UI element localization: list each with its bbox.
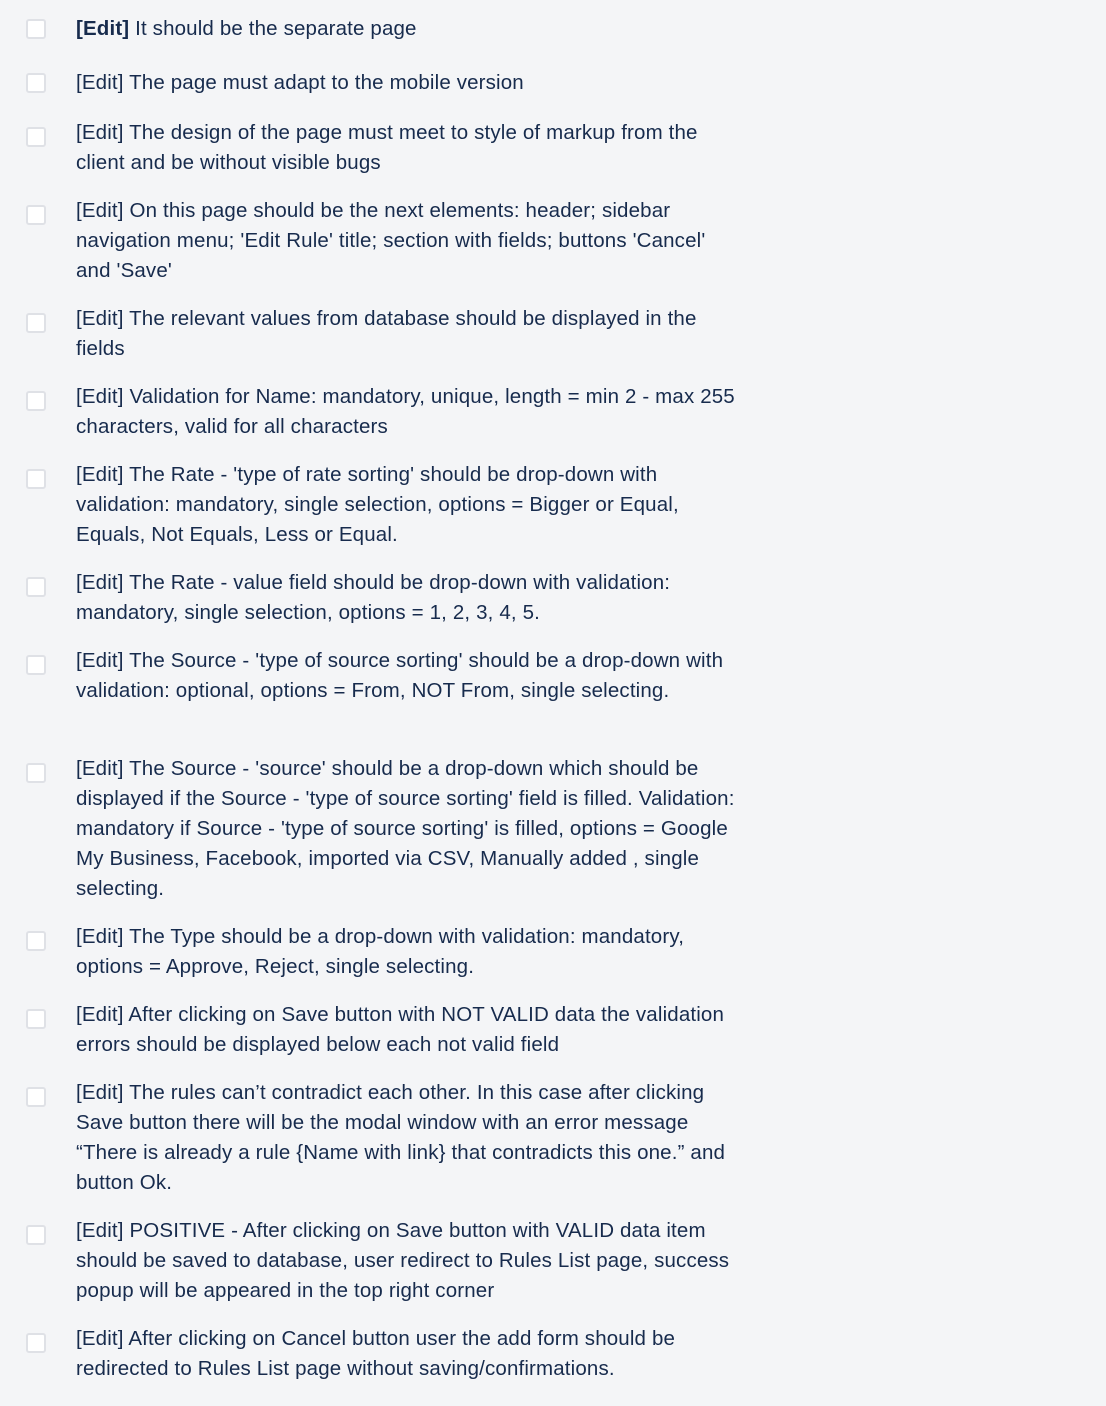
item-prefix: [Edit] bbox=[76, 17, 130, 40]
checkbox[interactable] bbox=[26, 127, 46, 147]
checklist-item-text: [Edit] The page must adapt to the mobile… bbox=[76, 68, 736, 98]
checkbox[interactable] bbox=[26, 763, 46, 783]
item-prefix: [Edit] bbox=[76, 121, 124, 144]
checkbox[interactable] bbox=[26, 577, 46, 597]
item-text: It should be the separate page bbox=[135, 17, 417, 40]
item-text: The relevant values from database should… bbox=[76, 307, 697, 360]
checkbox[interactable] bbox=[26, 1087, 46, 1107]
item-text: The Rate - value field should be drop-do… bbox=[76, 571, 671, 624]
checklist-item-text: [Edit] After clicking on Save button wit… bbox=[76, 1000, 736, 1060]
item-text: On this page should be the next elements… bbox=[76, 199, 706, 282]
item-text: The Rate - 'type of rate sorting' should… bbox=[76, 463, 679, 546]
checklist-item-text: [Edit] The rules can’t contradict each o… bbox=[76, 1078, 736, 1198]
item-prefix: [Edit] bbox=[76, 307, 124, 330]
checklist-item-text: [Edit] The Source - 'type of source sort… bbox=[76, 646, 736, 706]
item-prefix: [Edit] bbox=[76, 757, 124, 780]
item-text: The Source - 'source' should be a drop-d… bbox=[76, 757, 735, 900]
checkbox[interactable] bbox=[26, 931, 46, 951]
checklist-item-text: [Edit] The Rate - 'type of rate sorting'… bbox=[76, 460, 736, 550]
item-text: POSITIVE - After clicking on Save button… bbox=[76, 1219, 730, 1302]
item-prefix: [Edit] bbox=[76, 463, 124, 486]
checkbox[interactable] bbox=[26, 313, 46, 333]
checklist-item-text: [Edit] It should be the separate page bbox=[76, 14, 736, 44]
checklist-item-text: [Edit] The relevant values from database… bbox=[76, 304, 736, 364]
item-prefix: [Edit] bbox=[76, 925, 124, 948]
item-text: Validation for Name: mandatory, unique, … bbox=[76, 385, 735, 438]
checkbox[interactable] bbox=[26, 73, 46, 93]
item-prefix: [Edit] bbox=[76, 1219, 124, 1242]
item-prefix: [Edit] bbox=[76, 571, 124, 594]
checkbox[interactable] bbox=[26, 469, 46, 489]
item-text: The rules can’t contradict each other. I… bbox=[76, 1081, 726, 1194]
item-prefix: [Edit] bbox=[76, 1081, 124, 1104]
checklist-item-text: [Edit] Validation for Name: mandatory, u… bbox=[76, 382, 736, 442]
checklist-item-text: [Edit] The Rate - value field should be … bbox=[76, 568, 736, 628]
checkbox[interactable] bbox=[26, 19, 46, 39]
checkbox[interactable] bbox=[26, 391, 46, 411]
item-text: The Source - 'type of source sorting' sh… bbox=[76, 649, 724, 702]
checkbox[interactable] bbox=[26, 205, 46, 225]
item-prefix: [Edit] bbox=[76, 649, 124, 672]
checklist-item-text: [Edit] After clicking on Cancel button u… bbox=[76, 1324, 736, 1384]
checkbox[interactable] bbox=[26, 1009, 46, 1029]
item-text: After clicking on Cancel button user the… bbox=[76, 1327, 676, 1380]
checkbox[interactable] bbox=[26, 655, 46, 675]
checklist-item-text: [Edit] On this page should be the next e… bbox=[76, 196, 736, 286]
item-prefix: [Edit] bbox=[76, 385, 124, 408]
requirements-checklist: [Edit] It should be the separate page [E… bbox=[0, 0, 1106, 1406]
item-text: After clicking on Save button with NOT V… bbox=[76, 1003, 725, 1056]
item-prefix: [Edit] bbox=[76, 1003, 124, 1026]
item-prefix: [Edit] bbox=[76, 1327, 124, 1350]
checklist-item-text: [Edit] The Type should be a drop-down wi… bbox=[76, 922, 736, 982]
checkbox[interactable] bbox=[26, 1225, 46, 1245]
checklist-item-text: [Edit] The design of the page must meet … bbox=[76, 118, 736, 178]
item-prefix: [Edit] bbox=[76, 199, 124, 222]
item-text: The Type should be a drop-down with vali… bbox=[76, 925, 685, 978]
item-text: The page must adapt to the mobile versio… bbox=[129, 71, 524, 94]
item-text: The design of the page must meet to styl… bbox=[76, 121, 698, 174]
item-prefix: [Edit] bbox=[76, 71, 124, 94]
checklist-item-text: [Edit] The Source - 'source' should be a… bbox=[76, 754, 736, 904]
checkbox[interactable] bbox=[26, 1333, 46, 1353]
checklist-item-text: [Edit] POSITIVE - After clicking on Save… bbox=[76, 1216, 736, 1306]
